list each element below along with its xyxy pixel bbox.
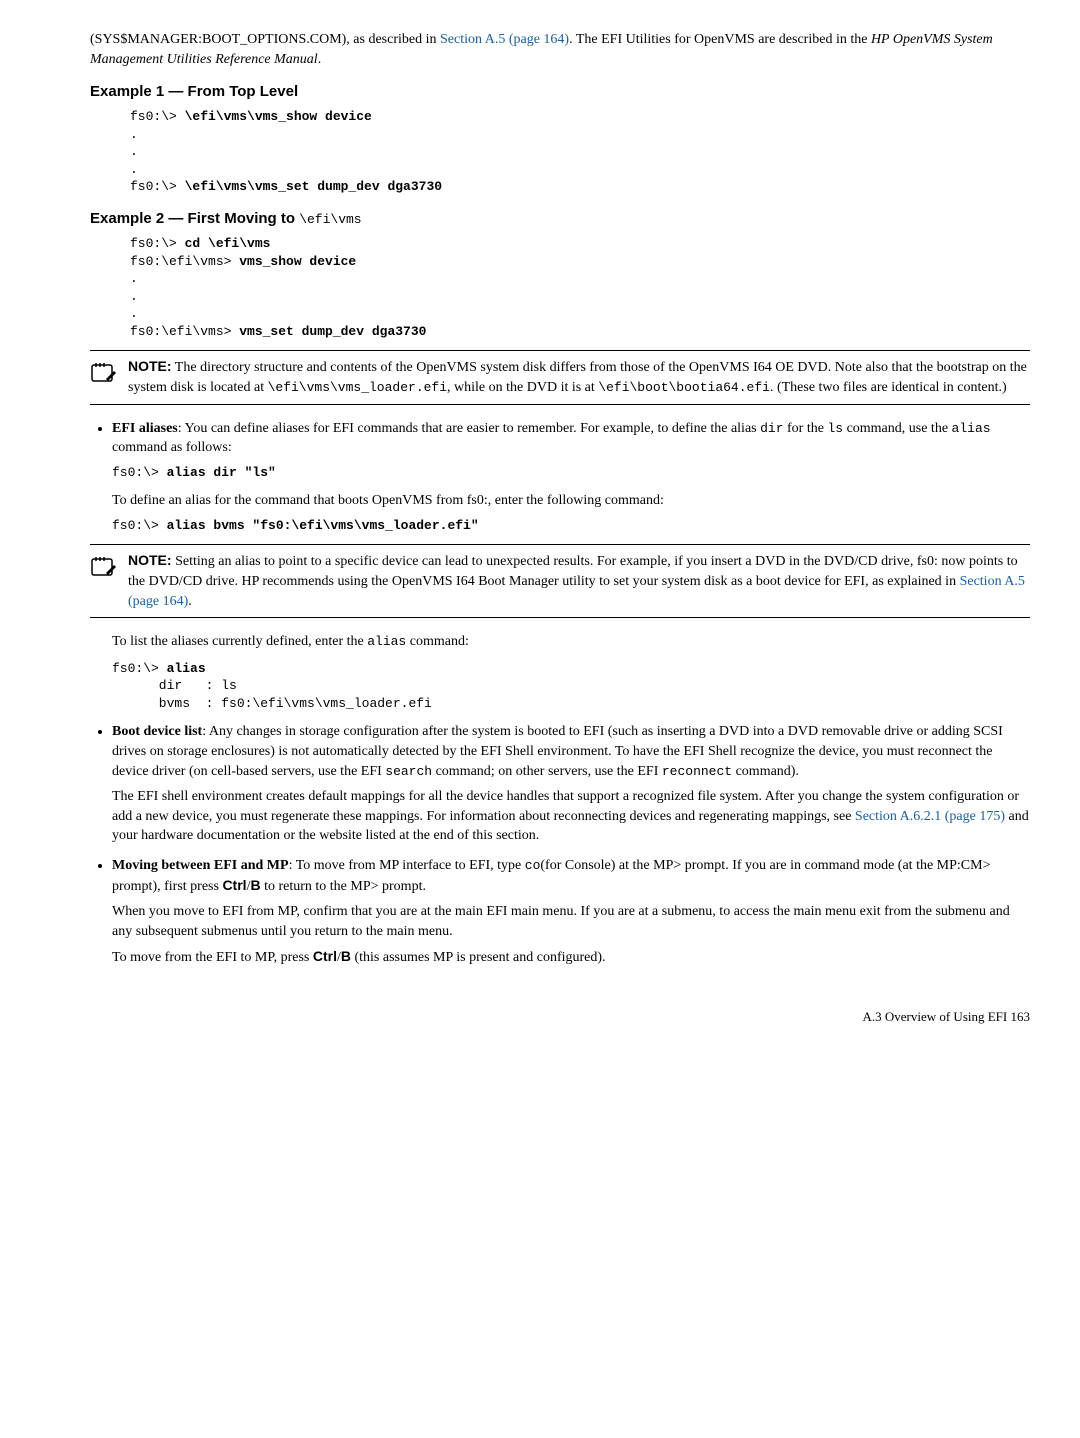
alias-code1: fs0:\> alias dir "ls"	[112, 464, 1030, 482]
alias-list-intro: To list the aliases currently defined, e…	[112, 632, 1030, 652]
note1-label: NOTE:	[128, 358, 172, 374]
bullet-list-2: Boot device list: Any changes in storage…	[90, 722, 1030, 968]
note2: NOTE: Setting an alias to point to a spe…	[90, 544, 1030, 618]
intro-link[interactable]: Section A.5 (page 164)	[440, 32, 569, 47]
intro-paragraph: (SYS$MANAGER:BOOT_OPTIONS.COM), as descr…	[90, 30, 1030, 69]
note1: NOTE: The directory structure and conten…	[90, 350, 1030, 404]
bullet-moving: Moving between EFI and MP: To move from …	[112, 856, 1030, 968]
example2-heading: Example 2 — First Moving to \efi\vms	[90, 208, 1030, 229]
note2-label: NOTE:	[128, 552, 172, 568]
alias-list-code: fs0:\> alias dir : ls bvms : fs0:\efi\vm…	[112, 660, 1030, 713]
bullet-list-1: EFI aliases: You can define aliases for …	[90, 419, 1030, 535]
note-icon	[90, 553, 118, 588]
page-footer: A.3 Overview of Using EFI 163	[90, 1008, 1030, 1026]
boot-device-link[interactable]: Section A.6.2.1 (page 175)	[855, 809, 1005, 824]
alias-code2: fs0:\> alias bvms "fs0:\efi\vms\vms_load…	[112, 517, 1030, 535]
bullet-efi-aliases: EFI aliases: You can define aliases for …	[112, 419, 1030, 535]
note-icon	[90, 359, 118, 394]
intro-text2: . The EFI Utilities for OpenVMS are desc…	[569, 32, 871, 47]
note1-body: NOTE: The directory structure and conten…	[128, 357, 1030, 397]
example2-code: fs0:\> cd \efi\vms fs0:\efi\vms> vms_sho…	[130, 235, 1030, 340]
example1-heading: Example 1 — From Top Level	[90, 81, 1030, 102]
intro-text1: (SYS$MANAGER:BOOT_OPTIONS.COM), as descr…	[90, 32, 440, 47]
example1-code: fs0:\> \efi\vms\vms_show device . . . fs…	[130, 108, 1030, 196]
bullet-boot-device: Boot device list: Any changes in storage…	[112, 722, 1030, 846]
intro-text3: .	[318, 52, 322, 67]
note2-body: NOTE: Setting an alias to point to a spe…	[128, 551, 1030, 611]
